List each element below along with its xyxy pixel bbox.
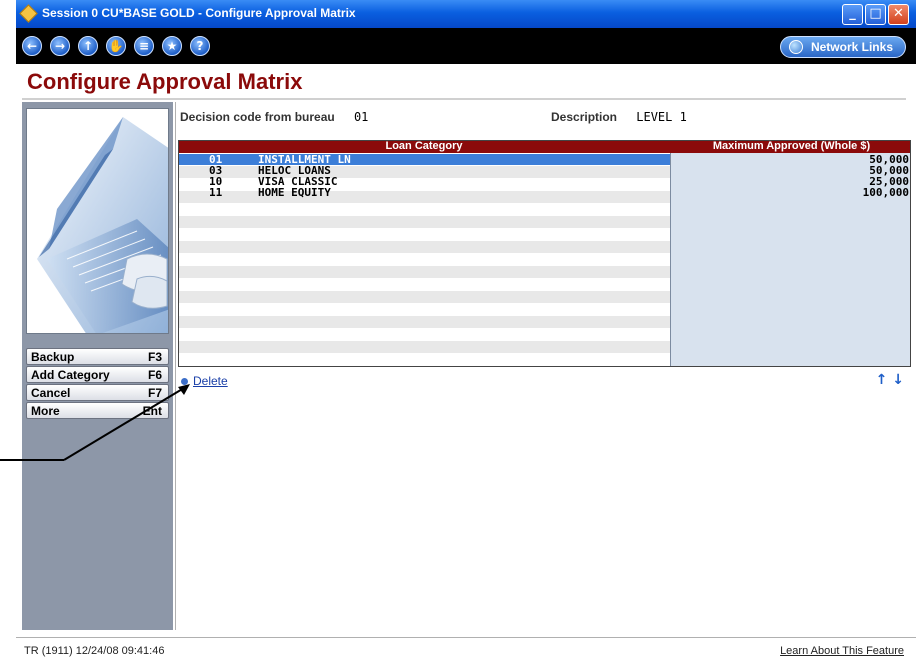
maximum-approved-amount: 100,000: [862, 186, 909, 199]
add-category-button[interactable]: Add Category F6: [26, 366, 169, 383]
loan-category-cell: 11 HOME EQUITY: [179, 187, 670, 198]
loan-category-cell: 10 VISA CLASSIC: [179, 176, 670, 187]
grid-stripe: [179, 315, 670, 328]
page-up-icon[interactable]: ↑: [876, 372, 888, 388]
grid-stripe: [179, 240, 670, 253]
cancel-button[interactable]: Cancel F7: [26, 384, 169, 401]
approval-grid[interactable]: Loan Category Maximum Approved (Whole $)…: [178, 140, 911, 367]
delete-link[interactable]: Delete: [193, 374, 228, 388]
globe-icon: [788, 40, 803, 54]
grid-stripe: [179, 290, 670, 303]
learn-about-link[interactable]: Learn About This Feature: [780, 645, 904, 657]
help-icon[interactable]: ?: [190, 36, 210, 56]
close-button[interactable]: ✕: [888, 4, 909, 25]
minimize-button[interactable]: _: [842, 4, 863, 25]
column-header-maximum-approved[interactable]: Maximum Approved (Whole $): [671, 141, 910, 152]
decision-code-value: 01: [353, 110, 369, 124]
print-icon[interactable]: ≡: [134, 36, 154, 56]
description-field: Description LEVEL 1: [551, 110, 687, 124]
app-icon: [19, 4, 38, 23]
function-key-list: Backup F3 Add Category F6 Cancel F7 More…: [26, 348, 169, 420]
network-links-button[interactable]: Network Links: [779, 36, 906, 58]
toolbar: ← → ↑ ✋ ≡ ★ ? Network Links: [16, 28, 916, 64]
description-label: Description: [551, 110, 618, 124]
function-key-shortcut: F6: [147, 368, 162, 382]
category-code: 11: [209, 186, 223, 199]
laptop-illustration: [26, 108, 169, 334]
paging-controls: ↑ ↓: [876, 372, 904, 388]
forward-icon[interactable]: →: [50, 36, 70, 56]
loan-category-cell: 01 INSTALLMENT LN: [179, 154, 670, 165]
network-links-label: Network Links: [810, 40, 893, 54]
title-divider: [22, 98, 906, 100]
grid-stripe: [179, 265, 670, 278]
left-panel: Backup F3 Add Category F6 Cancel F7 More…: [22, 102, 173, 630]
maximize-button[interactable]: □: [865, 4, 886, 25]
window-title: Session 0 CU*BASE GOLD - Configure Appro…: [42, 6, 356, 20]
status-bar: TR (1911) 12/24/08 09:41:46 Learn About …: [16, 637, 916, 663]
status-info: TR (1911) 12/24/08 09:41:46: [24, 645, 165, 657]
delete-action[interactable]: Delete: [181, 374, 228, 388]
laptop-image: [37, 117, 168, 333]
grid-header: Loan Category Maximum Approved (Whole $): [179, 141, 910, 153]
page-title: Configure Approval Matrix: [27, 69, 303, 94]
client-area: Configure Approval Matrix Backup F3 Add …: [16, 64, 916, 663]
description-value: LEVEL 1: [636, 110, 687, 124]
grid-stripe: [179, 215, 670, 228]
application-window: Session 0 CU*BASE GOLD - Configure Appro…: [16, 0, 916, 663]
bullet-icon: [181, 378, 188, 386]
category-description: HOME EQUITY: [258, 186, 331, 199]
loan-category-cell: 03 HELOC LOANS: [179, 165, 670, 176]
function-key-label: Cancel: [31, 386, 71, 400]
grid-stripe: [179, 340, 670, 353]
column-header-loan-category[interactable]: Loan Category: [179, 141, 669, 152]
screen: Session 0 CU*BASE GOLD - Configure Appro…: [0, 0, 916, 663]
more-button[interactable]: More Ent: [26, 402, 169, 419]
decision-code-field: Decision code from bureau 01: [180, 110, 368, 124]
title-bar[interactable]: Session 0 CU*BASE GOLD - Configure Appro…: [16, 0, 916, 28]
function-key-label: Backup: [31, 350, 75, 364]
backup-button[interactable]: Backup F3: [26, 348, 169, 365]
table-row[interactable]: 11 HOME EQUITY 100,000: [179, 186, 910, 199]
favorite-icon[interactable]: ★: [162, 36, 182, 56]
function-key-label: Add Category: [31, 368, 110, 382]
page-down-icon[interactable]: ↓: [892, 372, 904, 388]
function-key-shortcut: Ent: [142, 404, 162, 418]
hand-icon[interactable]: ✋: [106, 36, 126, 56]
decision-code-label: Decision code from bureau: [180, 110, 335, 124]
function-key-shortcut: F7: [147, 386, 162, 400]
main-content: Decision code from bureau 01 Description…: [175, 102, 911, 630]
up-icon[interactable]: ↑: [78, 36, 98, 56]
back-icon[interactable]: ←: [22, 36, 42, 56]
function-key-label: More: [31, 404, 60, 418]
function-key-shortcut: F3: [147, 350, 162, 364]
